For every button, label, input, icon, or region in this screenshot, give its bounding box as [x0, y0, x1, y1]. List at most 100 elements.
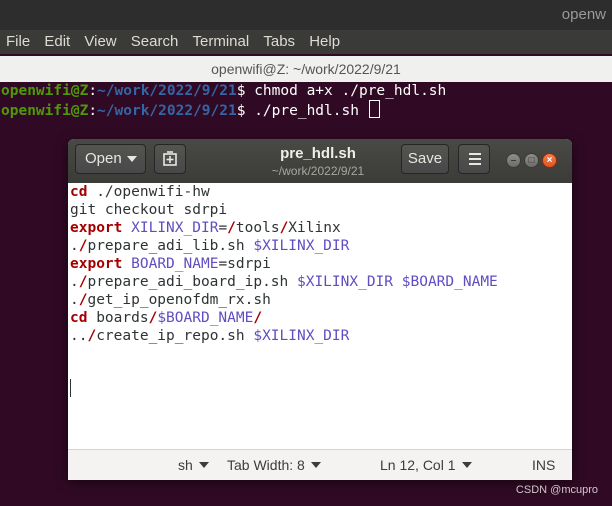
terminal-cursor	[368, 100, 380, 118]
prompt-path: ~/work/2022/9/21	[97, 103, 237, 119]
menu-search[interactable]: Search	[127, 30, 183, 54]
chevron-down-icon	[310, 462, 321, 468]
code-token: =	[218, 220, 228, 236]
code-line: cd boards/$BOARD_NAME/	[68, 309, 572, 327]
hamburger-menu-button[interactable]	[458, 144, 490, 174]
code-token: boards	[87, 310, 149, 326]
open-button[interactable]: Open	[75, 144, 146, 174]
code-token: export	[70, 220, 123, 236]
code-token: git checkout sdrpi	[70, 202, 228, 218]
prompt-separator: :	[88, 83, 98, 99]
code-line: export BOARD_NAME=sdrpi	[68, 255, 572, 273]
hamburger-icon	[469, 158, 481, 160]
code-token: Xilinx	[288, 220, 341, 236]
code-token: XILINX_DIR	[131, 220, 219, 236]
minimize-icon: –	[510, 155, 517, 166]
code-token: /	[227, 220, 236, 236]
code-line: ../create_ip_repo.sh $XILINX_DIR	[68, 327, 572, 345]
code-line: git checkout sdrpi	[68, 201, 572, 219]
code-token: .	[70, 274, 79, 290]
prompt-sigil: $	[236, 103, 255, 119]
maximize-icon: □	[528, 155, 535, 166]
prompt-sigil: $	[236, 83, 255, 99]
code-token: export	[70, 256, 123, 272]
code-line: cd ./openwifi-hw	[68, 183, 572, 201]
prompt-user: openwifi@Z	[1, 103, 89, 119]
status-bar: sh Tab Width: 8 Ln 12, Col 1 INS	[68, 449, 572, 480]
save-button[interactable]: Save	[401, 144, 449, 174]
minimize-button[interactable]: –	[506, 153, 521, 168]
code-token: cd	[70, 310, 88, 326]
hamburger-icon	[469, 163, 481, 165]
code-token: $XILINX_DIR	[253, 328, 350, 344]
code-token: /	[253, 310, 263, 326]
code-line: ./prepare_adi_lib.sh $XILINX_DIR	[68, 237, 572, 255]
open-button-label: Open	[85, 150, 122, 167]
hamburger-icon	[469, 153, 481, 155]
menu-help[interactable]: Help	[305, 30, 344, 54]
prompt-user: openwifi@Z	[1, 83, 89, 99]
gedit-headerbar: Open pre_hdl.sh ~/work/2022/9/21 Save – …	[68, 139, 572, 183]
close-icon: ×	[546, 155, 553, 166]
close-button[interactable]: ×	[542, 153, 557, 168]
terminal-menubar: File Edit View Search Terminal Tabs Help	[0, 30, 612, 54]
document-title: pre_hdl.sh	[280, 145, 356, 162]
code-token: get_ip_openofdm_rx.sh	[87, 292, 271, 308]
code-token: $XILINX_DIR	[253, 238, 350, 254]
cursor-position-label: Ln 12, Col 1	[380, 457, 456, 473]
terminal-line: openwifi@Z:~/work/2022/9/21$ chmod a+x .…	[0, 82, 612, 100]
code-line: export XILINX_DIR=/tools/Xilinx	[68, 219, 572, 237]
new-document-icon	[163, 151, 177, 166]
menu-tabs[interactable]: Tabs	[259, 30, 299, 54]
code-token: create_ip_repo.sh	[96, 328, 254, 344]
tab-width-label: Tab Width: 8	[227, 457, 305, 473]
menu-view[interactable]: View	[80, 30, 120, 54]
prompt-path: ~/work/2022/9/21	[97, 83, 237, 99]
terminal-line: openwifi@Z:~/work/2022/9/21$ ./pre_hdl.s…	[0, 100, 612, 119]
code-token: $XILINX_DIR	[296, 274, 394, 290]
code-token: /	[148, 310, 158, 326]
menu-terminal[interactable]: Terminal	[189, 30, 254, 54]
chevron-down-icon	[127, 156, 137, 162]
menu-edit[interactable]: Edit	[40, 30, 74, 54]
language-selector[interactable]: sh	[178, 451, 209, 479]
code-token: ..	[70, 328, 88, 344]
code-token: /	[87, 328, 97, 344]
code-token: prepare_adi_board_ip.sh	[87, 274, 297, 290]
tab-width-selector[interactable]: Tab Width: 8	[227, 451, 321, 479]
code-token: cd	[70, 184, 88, 200]
new-tab-button[interactable]	[154, 144, 186, 174]
prompt-separator: :	[88, 103, 98, 119]
code-editor[interactable]: cd ./openwifi-hw git checkout sdrpi export…	[68, 183, 572, 449]
code-line: ./get_ip_openofdm_rx.sh	[68, 291, 572, 309]
code-token: tools	[235, 220, 280, 236]
chevron-down-icon	[198, 462, 209, 468]
code-token: $BOARD_NAME	[157, 310, 254, 326]
chevron-down-icon	[461, 462, 472, 468]
code-token: .	[70, 292, 79, 308]
cursor-position[interactable]: Ln 12, Col 1	[380, 451, 472, 479]
menu-file[interactable]: File	[2, 30, 34, 54]
text-cursor	[70, 379, 71, 397]
code-token: BOARD_NAME	[131, 256, 219, 272]
command-text: ./pre_hdl.sh	[254, 103, 368, 119]
insert-mode: INS	[532, 457, 556, 473]
maximize-button[interactable]: □	[524, 153, 539, 168]
gedit-window: Open pre_hdl.sh ~/work/2022/9/21 Save – …	[68, 139, 572, 480]
document-path: ~/work/2022/9/21	[271, 164, 365, 178]
terminal-app-name: openw	[561, 6, 606, 23]
command-text: chmod a+x ./pre_hdl.sh	[254, 83, 447, 99]
code-line: ./prepare_adi_board_ip.sh $XILINX_DIR $B…	[68, 273, 572, 291]
code-token: =sdrpi	[218, 256, 271, 272]
code-token: .	[70, 238, 79, 254]
terminal-tab-title: openwifi@Z: ~/work/2022/9/21	[0, 56, 612, 82]
code-token: ./openwifi-hw	[87, 184, 210, 200]
terminal-titlebar: openw	[0, 0, 612, 30]
code-token: $BOARD_NAME	[401, 274, 498, 290]
watermark: CSDN @mcupro	[515, 484, 598, 496]
code-token: prepare_adi_lib.sh	[87, 238, 254, 254]
language-label: sh	[178, 457, 193, 473]
